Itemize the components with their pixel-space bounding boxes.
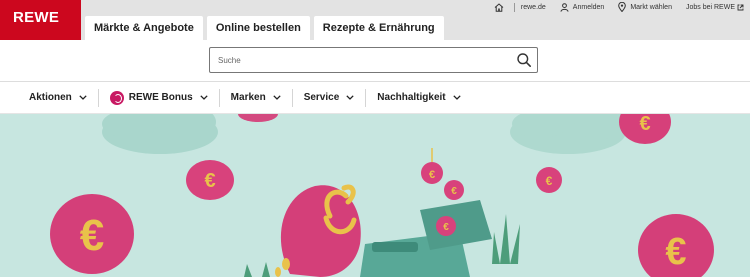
- utility-nav: rewe.de Anmelden Markt wählen Jobs bei R…: [480, 2, 744, 12]
- location-pin-icon: [618, 2, 627, 12]
- nav-item-label: Aktionen: [29, 92, 72, 103]
- top-bar: REWE Märkte & Angebote Online bestellen …: [0, 0, 750, 40]
- svg-text:€: €: [451, 186, 457, 197]
- cloud-left: [102, 114, 218, 154]
- euro-coin-icon: €: [186, 160, 234, 200]
- nav-item-aktionen[interactable]: Aktionen: [18, 89, 98, 107]
- rewe-bonus-icon: [109, 90, 124, 105]
- chevron-down-icon: [79, 95, 87, 100]
- svg-text:€: €: [80, 211, 104, 260]
- euro-coin-icon: €: [619, 114, 671, 144]
- category-nav: Aktionen REWE Bonus Marken Service Nachh…: [0, 82, 750, 114]
- login-link[interactable]: Anmelden: [560, 2, 605, 12]
- external-link-icon: [737, 4, 744, 10]
- rewe-logo[interactable]: REWE: [0, 0, 81, 40]
- svg-text:€: €: [546, 174, 553, 188]
- home-link-label: rewe.de: [520, 3, 546, 11]
- chevron-down-icon: [452, 95, 461, 100]
- chevron-down-icon: [346, 95, 354, 100]
- chevron-down-icon: [200, 95, 208, 100]
- svg-text:€: €: [429, 169, 435, 181]
- nav-item-label: Service: [303, 92, 340, 103]
- svg-text:€: €: [204, 170, 215, 192]
- market-select-link[interactable]: Markt wählen: [618, 2, 672, 12]
- cloud-small: [238, 114, 278, 122]
- nav-item-nachhaltigkeit[interactable]: Nachhaltigkeit: [365, 88, 471, 107]
- divider: [513, 2, 515, 12]
- svg-text:€: €: [639, 114, 650, 135]
- svg-text:€: €: [665, 231, 686, 273]
- jobs-link[interactable]: Jobs bei REWE: [686, 4, 744, 11]
- nav-item-label: Marken: [230, 92, 266, 103]
- hero-banner[interactable]: € € € € € € € €: [0, 114, 750, 277]
- nav-item-rewe-bonus[interactable]: REWE Bonus: [97, 88, 219, 107]
- wallet-illustration: €: [360, 200, 492, 277]
- house-icon: [494, 2, 504, 12]
- jobs-link-label: Jobs bei REWE: [685, 3, 735, 11]
- euro-coin-icon: €: [444, 180, 464, 200]
- cloud-right: [510, 114, 626, 154]
- tab-rezepte-ernaehrung[interactable]: Rezepte & Ernährung: [313, 16, 444, 40]
- tab-maerkte-angebote[interactable]: Märkte & Angebote: [85, 16, 203, 40]
- hero-illustration: € € € € € € € €: [50, 114, 714, 277]
- magnifier-icon[interactable]: [516, 52, 532, 68]
- nav-item-service[interactable]: Service: [291, 88, 366, 107]
- search-box: [209, 47, 538, 73]
- nav-item-marken[interactable]: Marken: [218, 88, 292, 107]
- nav-item-label: Nachhaltigkeit: [377, 92, 446, 103]
- nav-item-label: REWE Bonus: [128, 92, 193, 103]
- svg-text:€: €: [443, 222, 449, 233]
- euro-coin-icon: €: [536, 167, 562, 193]
- coin-purse-illustration: [280, 184, 361, 277]
- euro-coin-icon: €: [421, 162, 443, 184]
- main-tabs: Märkte & Angebote Online bestellen Rezep…: [85, 16, 448, 40]
- user-icon: [560, 2, 569, 12]
- search-row: [0, 40, 750, 82]
- search-input[interactable]: [210, 48, 500, 72]
- euro-coin-icon: €: [638, 214, 714, 277]
- tab-online-bestellen[interactable]: Online bestellen: [206, 16, 310, 40]
- market-select-label: Markt wählen: [630, 3, 672, 11]
- euro-coin-icon: €: [50, 194, 134, 274]
- chevron-down-icon: [273, 95, 281, 100]
- login-link-label: Anmelden: [572, 3, 605, 11]
- home-link[interactable]: rewe.de: [494, 2, 546, 12]
